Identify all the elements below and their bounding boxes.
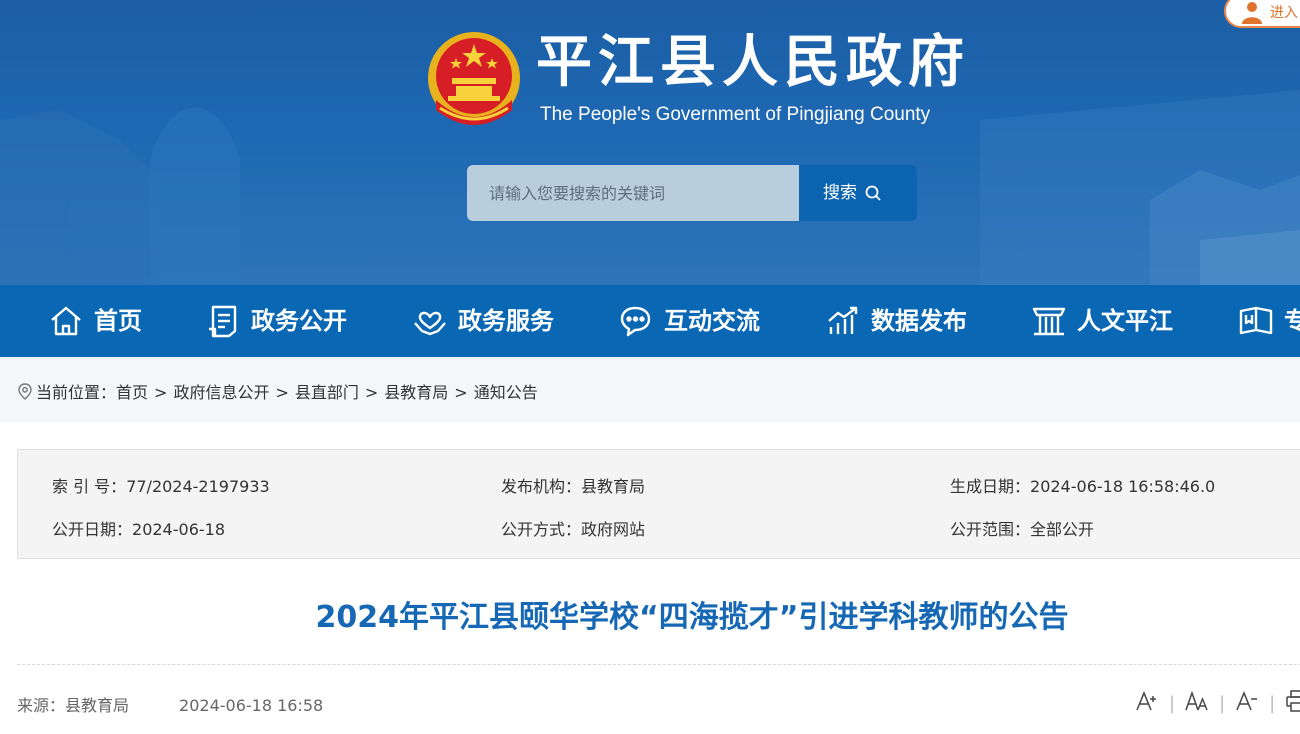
print-button[interactable] <box>1285 690 1300 717</box>
breadcrumb: 当前位置：首页 > 政府信息公开 > 县直部门 > 县教育局 > 通知公告 <box>0 357 1300 422</box>
location-pin-icon <box>18 383 32 400</box>
meta-created-label: 生成日期： <box>950 477 1031 496</box>
nav-item-label: 首页 <box>94 307 142 335</box>
meta-scope: 公开范围：全部公开 <box>950 516 1094 540</box>
article-title: 2024年平江县颐华学校“四海揽才”引进学科教师的公告 <box>315 600 1069 635</box>
breadcrumb-link-departments[interactable]: 县直部门 <box>295 383 359 402</box>
breadcrumb-link-education-bureau[interactable]: 县教育局 <box>384 383 448 402</box>
font-decrease-icon <box>1236 691 1258 711</box>
nav-item-label: 数据发布 <box>871 307 967 335</box>
breadcrumb-separator: > <box>275 383 289 402</box>
meta-index: 索 引 号：77/2024-2197933 <box>52 473 270 497</box>
chart-icon <box>828 306 858 334</box>
font-reset-icon <box>1185 690 1208 711</box>
meta-method-label: 公开方式： <box>501 520 582 539</box>
home-icon <box>51 306 81 336</box>
breadcrumb-separator: > <box>364 383 379 402</box>
search-box: 搜索 <box>467 165 917 221</box>
breadcrumb-prefix: 当前位置： <box>36 383 117 402</box>
meta-scope-label: 公开范围： <box>950 520 1031 539</box>
main-nav: 首页 政务公开 政务服务 互动交流 数据发布 人文平江 专 <box>0 285 1300 357</box>
site-header: 平江县人民政府 The People's Government of Pingj… <box>0 0 1300 285</box>
book-icon <box>1239 306 1273 335</box>
meta-org-value: 县教育局 <box>581 477 646 496</box>
tool-separator: | <box>1169 693 1176 714</box>
search-input[interactable] <box>467 165 799 221</box>
breadcrumb-link-info-disclosure[interactable]: 政府信息公开 <box>173 383 269 402</box>
source-value: 县教育局 <box>65 696 130 715</box>
meta-public-date-label: 公开日期： <box>52 520 133 539</box>
breadcrumb-separator: > <box>454 383 468 402</box>
meta-created: 生成日期：2024-06-18 16:58:46.0 <box>950 473 1215 497</box>
document-icon <box>209 305 237 338</box>
meta-public-date-value: 2024-06-18 <box>132 520 225 539</box>
font-increase-button[interactable] <box>1135 690 1159 717</box>
breadcrumb-link-home[interactable]: 首页 <box>116 383 148 402</box>
nav-item-label: 政务公开 <box>251 307 347 335</box>
article-info: 来源：县教育局 2024-06-18 16:58 <box>17 692 323 716</box>
source-label: 来源： <box>17 696 66 715</box>
search-icon <box>865 185 881 201</box>
chat-icon <box>620 306 651 337</box>
meta-method-value: 政府网站 <box>581 520 646 539</box>
meta-org: 发布机构：县教育局 <box>501 473 645 497</box>
font-increase-icon <box>1136 691 1156 711</box>
landmark-icon <box>1032 307 1066 336</box>
user-icon <box>1242 2 1262 24</box>
font-decrease-button[interactable] <box>1235 690 1259 717</box>
meta-public-date: 公开日期：2024-06-18 <box>52 516 225 540</box>
meta-created-value: 2024-06-18 16:58:46.0 <box>1030 477 1216 496</box>
national-emblem-icon <box>428 32 520 125</box>
publish-datetime: 2024-06-18 16:58 <box>179 696 324 715</box>
print-icon <box>1286 690 1300 712</box>
tool-separator: | <box>1269 693 1276 714</box>
site-subtitle: The People's Government of Pingjiang Cou… <box>540 104 931 125</box>
nav-item-label: 政务服务 <box>458 307 554 335</box>
document-meta-table: 索 引 号：77/2024-2197933 发布机构：县教育局 生成日期：202… <box>17 449 1300 559</box>
nav-item-label: 互动交流 <box>664 307 760 335</box>
meta-index-label: 索 引 号： <box>52 477 127 496</box>
breadcrumb-separator: > <box>154 383 168 402</box>
search-button-label: 搜索 <box>823 183 857 203</box>
login-label: 进入 <box>1270 5 1298 21</box>
meta-scope-value: 全部公开 <box>1030 520 1095 539</box>
tool-separator: | <box>1219 693 1226 714</box>
meta-index-value: 77/2024-2197933 <box>126 477 270 496</box>
breadcrumb-link-notices[interactable]: 通知公告 <box>474 383 538 402</box>
nav-item-label: 专 <box>1284 307 1300 335</box>
font-reset-button[interactable] <box>1185 690 1209 717</box>
meta-method: 公开方式：政府网站 <box>501 516 645 540</box>
site-title: 平江县人民政府 <box>536 30 970 95</box>
search-button[interactable]: 搜索 <box>799 165 917 221</box>
login-button[interactable]: 进入 <box>1224 0 1300 28</box>
meta-org-label: 发布机构： <box>501 477 582 496</box>
article-tools: | | | <box>1135 690 1300 716</box>
heart-hand-icon <box>414 311 446 336</box>
divider <box>17 664 1300 665</box>
nav-item-label: 人文平江 <box>1077 307 1173 335</box>
